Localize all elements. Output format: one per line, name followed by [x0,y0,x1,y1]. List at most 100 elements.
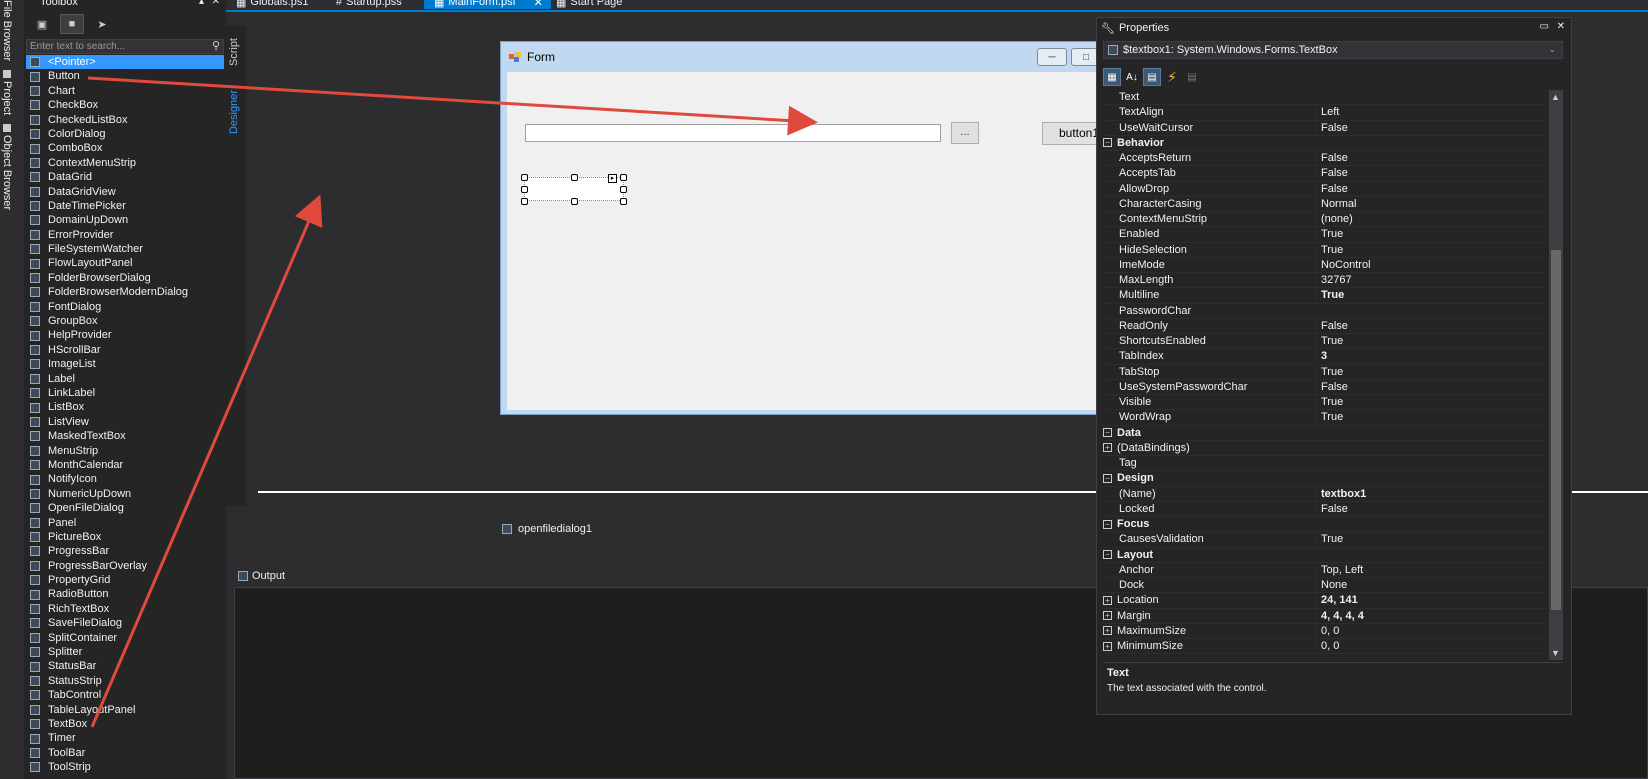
property-row[interactable]: CharacterCasing Normal [1103,197,1547,212]
property-value[interactable]: False [1316,319,1547,332]
object-browser-tab[interactable]: Object Browser [0,124,14,210]
property-row[interactable]: ReadOnly False [1103,319,1547,334]
smart-tag-icon[interactable]: ▸ [608,174,617,183]
toolbox-item[interactable]: TabControl [26,688,224,702]
collapse-icon[interactable]: − [1103,428,1112,438]
toolbox-item[interactable]: ContextMenuStrip [26,156,224,170]
property-value[interactable]: True [1316,228,1547,241]
resize-handle[interactable] [571,174,578,181]
toolbox-item[interactable]: FontDialog [26,300,224,314]
minimize-button[interactable]: ─ [1037,48,1067,66]
property-value[interactable]: False [1316,152,1547,165]
window-position-icon[interactable]: ▭ [1540,21,1549,32]
toolbox-item[interactable]: TableLayoutPanel [26,703,224,717]
property-row[interactable]: Enabled True [1103,227,1547,243]
toolbox-item[interactable]: Splitter [26,645,224,659]
toolbox-item[interactable]: MenuStrip [26,444,224,458]
property-value[interactable]: True [1316,243,1547,256]
form-client-area[interactable]: ... button1 ▸ [507,72,1141,410]
expand-icon[interactable]: + [1103,611,1112,621]
toolbox-item[interactable]: FileSystemWatcher [26,242,224,256]
toolbox-item[interactable]: SplitContainer [26,631,224,645]
property-value[interactable]: 4, 4, 4, 4 [1316,609,1547,622]
tab-controls[interactable]: ■ [60,14,84,34]
toolbox-item[interactable]: ToolStrip [26,760,224,774]
property-value[interactable]: True [1316,289,1547,302]
toolbox-item[interactable]: Label [26,372,224,386]
tab-pointer[interactable]: ➤ [90,14,114,34]
search-icon[interactable]: ⚲ [212,39,220,52]
toolbox-item[interactable]: CheckBox [26,98,224,112]
categorized-button[interactable]: ▦ [1103,68,1121,86]
property-row[interactable]: AcceptsReturn False [1103,151,1547,167]
property-value[interactable]: False [1316,182,1547,195]
property-row[interactable]: PasswordChar [1103,304,1547,319]
property-row[interactable]: Tag [1103,456,1547,472]
toolbox-item[interactable]: PropertyGrid [26,573,224,587]
tab-components[interactable]: ▣ [30,14,54,34]
toolbox-item[interactable]: OpenFileDialog [26,501,224,515]
scroll-down-icon[interactable]: ▼ [1551,648,1560,658]
toolbox-item[interactable]: ToolBar [26,746,224,760]
toolbox-item[interactable]: <Pointer> [26,55,224,70]
toolbox-item[interactable]: ProgressBar [26,544,224,558]
property-row[interactable]: ShortcutsEnabled True [1103,334,1547,350]
toolbox-search-input[interactable] [26,39,224,54]
toolbox-item[interactable]: RichTextBox [26,602,224,616]
property-value[interactable]: Normal [1316,197,1547,210]
property-row[interactable]: + (DataBindings) [1103,441,1547,456]
path-textbox[interactable] [525,124,941,142]
property-value[interactable]: True [1316,365,1547,378]
file-browser-tab[interactable]: File Browser [0,0,14,61]
property-value[interactable]: NoControl [1316,258,1547,271]
property-row[interactable]: AcceptsTab False [1103,166,1547,182]
tab-mainform[interactable]: ▦ MainForm.psf ✕ [424,0,551,9]
resize-handle[interactable] [521,198,528,205]
expand-icon[interactable]: + [1103,641,1112,651]
property-row[interactable]: Multiline True [1103,288,1547,304]
toolbox-item[interactable]: DataGrid [26,170,224,184]
toolbox-item[interactable]: ProgressBarOverlay [26,559,224,573]
toolbox-item[interactable]: ErrorProvider [26,228,224,242]
property-category[interactable]: − Data [1103,426,1547,441]
property-category[interactable]: − Focus [1103,517,1547,533]
tab-startup[interactable]: # Startup.pss [336,0,402,9]
component-tray-item[interactable]: openfiledialog1 [502,523,592,535]
toolbox-item[interactable]: FolderBrowserModernDialog [26,285,224,299]
toolbox-item[interactable]: MonthCalendar [26,458,224,472]
tab-designer[interactable]: Designer [228,90,240,134]
property-row[interactable]: TabStop True [1103,365,1547,380]
toolbox-item[interactable]: Button [26,69,224,83]
property-row[interactable]: AllowDrop False [1103,182,1547,197]
property-value[interactable]: False [1316,121,1547,134]
property-row[interactable]: + Margin 4, 4, 4, 4 [1103,609,1547,624]
browse-button[interactable]: ... [951,122,979,144]
property-row[interactable]: TabIndex 3 [1103,349,1547,365]
events-button[interactable]: ⚡︎ [1163,68,1181,86]
toolbox-item[interactable]: StatusStrip [26,674,224,688]
property-category[interactable]: − Design [1103,471,1547,487]
property-value[interactable]: 0, 0 [1316,624,1547,637]
property-row[interactable]: Locked False [1103,502,1547,517]
resize-handle[interactable] [521,174,528,181]
property-value[interactable]: Left [1316,106,1547,119]
property-value[interactable]: textbox1 [1316,487,1547,500]
property-value[interactable]: 32767 [1316,274,1547,287]
property-value[interactable]: None [1316,579,1547,592]
property-value[interactable]: False [1316,502,1547,515]
property-value[interactable]: False [1316,167,1547,180]
property-value[interactable]: True [1316,533,1547,546]
property-row[interactable]: ContextMenuStrip (none) [1103,212,1547,228]
toolbox-item[interactable]: PictureBox [26,530,224,544]
toolbox-item[interactable]: StatusBar [26,659,224,673]
toolbox-item[interactable]: GroupBox [26,314,224,328]
toolbox-item[interactable]: LinkLabel [26,386,224,400]
toolbox-item[interactable]: DataGridView [26,185,224,199]
toolbox-item[interactable]: ColorDialog [26,127,224,141]
toolbox-item[interactable]: DateTimePicker [26,199,224,213]
property-row[interactable]: (Name) textbox1 [1103,487,1547,502]
collapse-icon[interactable]: − [1103,473,1112,483]
close-icon[interactable]: ✕ [1557,21,1565,32]
property-value[interactable]: (none) [1316,213,1547,226]
toolbox-item[interactable]: ImageList [26,357,224,371]
